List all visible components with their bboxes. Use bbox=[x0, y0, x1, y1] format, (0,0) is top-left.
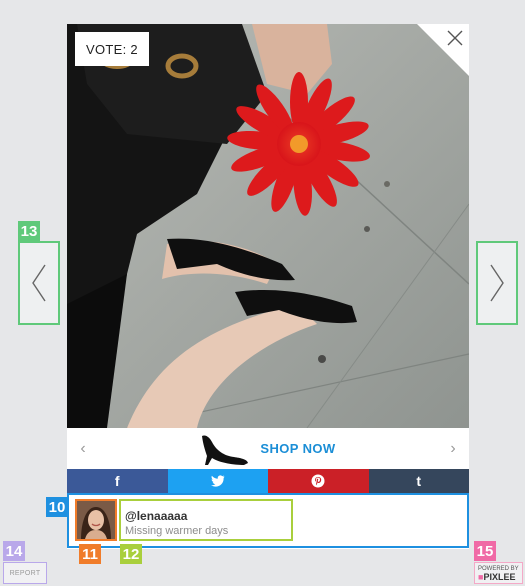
next-photo-button[interactable] bbox=[476, 241, 518, 325]
tumblr-icon: t bbox=[416, 473, 422, 489]
user-row[interactable]: @lenaaaaa Missing warmer days bbox=[67, 493, 469, 548]
avatar-image bbox=[77, 501, 115, 539]
annotation-label-13: 13 bbox=[18, 221, 40, 241]
pinterest-icon bbox=[311, 474, 325, 488]
chevron-right-icon bbox=[490, 264, 504, 302]
pinterest-share-button[interactable] bbox=[268, 469, 369, 493]
shop-next-arrow[interactable]: › bbox=[437, 440, 469, 458]
annotation-label-14: 14 bbox=[3, 541, 25, 561]
twitter-share-button[interactable] bbox=[167, 469, 268, 493]
annotation-label-15: 15 bbox=[474, 541, 496, 561]
tumblr-share-button[interactable]: t bbox=[368, 469, 469, 493]
powered-by-pixlee[interactable]: POWERED BY ■PIXLEE bbox=[474, 562, 523, 584]
facebook-share-button[interactable]: f bbox=[67, 469, 168, 493]
shop-product[interactable]: SHOP NOW bbox=[99, 432, 437, 466]
post-caption: Missing warmer days bbox=[125, 525, 229, 537]
shop-bar: ‹ SHOP NOW › bbox=[67, 428, 469, 469]
share-row: f t bbox=[67, 469, 469, 493]
close-icon bbox=[447, 30, 463, 46]
lightbox-modal: VOTE: 2 ‹ SHOP NOW › f t @lenaaaaa Missi… bbox=[67, 24, 469, 549]
user-info[interactable]: @lenaaaaa Missing warmer days bbox=[119, 499, 293, 541]
annotation-label-12: 12 bbox=[120, 544, 142, 564]
avatar[interactable] bbox=[75, 499, 117, 541]
close-button[interactable] bbox=[445, 28, 465, 48]
photo-illustration bbox=[67, 24, 469, 428]
pixlee-logo: ■PIXLEE bbox=[478, 572, 522, 582]
annotation-label-11: 11 bbox=[79, 544, 101, 564]
chevron-left-icon bbox=[32, 264, 46, 302]
shop-now-link[interactable]: SHOP NOW bbox=[260, 441, 335, 456]
high-heel-shoe-icon bbox=[202, 434, 249, 465]
previous-photo-button[interactable] bbox=[18, 241, 60, 325]
user-handle[interactable]: @lenaaaaa bbox=[125, 509, 291, 523]
pixlee-brand: PIXLEE bbox=[483, 572, 516, 582]
shop-prev-arrow[interactable]: ‹ bbox=[67, 440, 99, 458]
annotation-label-10: 10 bbox=[46, 497, 68, 517]
product-photo: VOTE: 2 bbox=[67, 24, 469, 428]
twitter-icon bbox=[210, 475, 225, 487]
report-button[interactable]: REPORT bbox=[3, 562, 47, 584]
vote-count-badge: VOTE: 2 bbox=[75, 32, 149, 66]
facebook-icon: f bbox=[114, 473, 120, 489]
